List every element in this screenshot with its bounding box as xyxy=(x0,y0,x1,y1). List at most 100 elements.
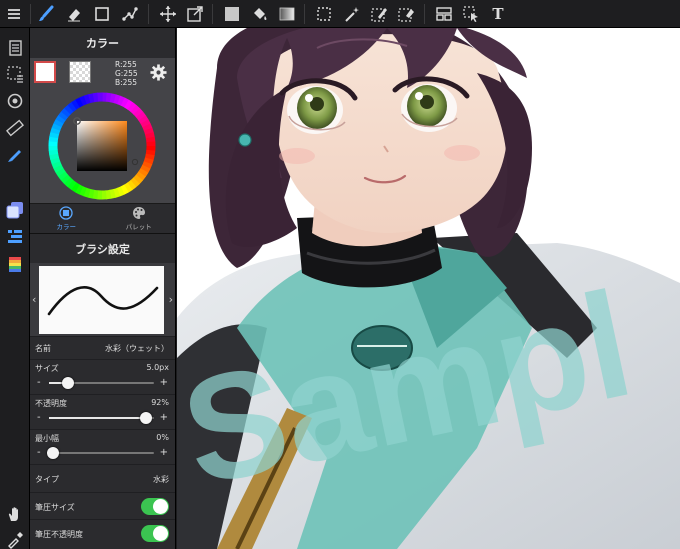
select-move-icon[interactable] xyxy=(459,2,483,26)
rgb-b: B:255 xyxy=(115,78,137,87)
main-color-swatch[interactable] xyxy=(34,61,56,83)
hue-segment xyxy=(74,184,84,195)
eyedropper-icon[interactable] xyxy=(3,528,27,549)
rgb-g: G:255 xyxy=(115,69,138,78)
color-wheel-area xyxy=(30,88,175,203)
hue-segment xyxy=(70,182,80,193)
hue-segment xyxy=(116,186,125,197)
rgb-readout: R:255 G:255 B:255 xyxy=(115,60,138,87)
hue-segment xyxy=(105,189,112,200)
color-wheel[interactable] xyxy=(44,91,160,201)
brush-name-label: 名前 xyxy=(35,344,51,353)
menu-icon[interactable] xyxy=(2,2,26,26)
hue-segment xyxy=(75,97,84,108)
color-icon[interactable] xyxy=(3,252,27,276)
pressure-size-label: 筆圧サイズ xyxy=(35,503,75,512)
transform-icon[interactable] xyxy=(183,2,207,26)
hue-segment xyxy=(48,136,59,143)
min-width-plus-button[interactable]: + xyxy=(160,447,168,458)
min-width-slider-knob[interactable] xyxy=(47,447,60,459)
min-width-slider[interactable]: - + xyxy=(37,447,168,459)
selection-icon[interactable] xyxy=(3,62,27,86)
text-icon[interactable]: T xyxy=(486,2,510,26)
hue-segment xyxy=(130,105,141,115)
color-tab-icon xyxy=(59,206,73,220)
hue-segment xyxy=(120,184,129,195)
hue-segment xyxy=(109,93,117,104)
min-width-row: 最小幅 0% - + xyxy=(30,429,175,464)
drawing-canvas[interactable]: Sampl xyxy=(177,28,680,549)
hue-segment xyxy=(71,99,81,110)
size-row: サイズ 5.0px - + xyxy=(30,359,175,394)
hue-segment xyxy=(112,187,121,198)
select-rect-icon[interactable] xyxy=(312,2,336,26)
hue-segment xyxy=(92,92,99,103)
select-eraser-icon[interactable] xyxy=(394,2,418,26)
pen-icon[interactable] xyxy=(3,142,27,166)
hue-segment xyxy=(145,149,156,156)
hand-icon[interactable] xyxy=(3,502,27,526)
hue-segment xyxy=(61,107,71,118)
opacity-minus-button[interactable]: - xyxy=(37,412,41,423)
select-pen-icon[interactable] xyxy=(367,2,391,26)
layout-icon[interactable] xyxy=(432,2,456,26)
size-slider[interactable]: - + xyxy=(37,377,168,389)
bucket-icon[interactable] xyxy=(247,2,271,26)
hue-segment xyxy=(67,101,77,112)
fill-color-icon[interactable] xyxy=(220,2,244,26)
rotate-icon[interactable] xyxy=(3,89,27,113)
brush-type-label: タイプ xyxy=(35,475,59,484)
size-plus-button[interactable]: + xyxy=(160,377,168,388)
min-width-minus-button[interactable]: - xyxy=(37,447,41,458)
opacity-row: 不透明度 92% - + xyxy=(30,394,175,429)
pressure-size-toggle[interactable] xyxy=(141,498,169,515)
hue-segment xyxy=(64,104,74,115)
hue-segment xyxy=(144,132,155,139)
hue-segment xyxy=(87,188,95,199)
rgb-r: R:255 xyxy=(115,60,137,69)
brush-type-row[interactable]: タイプ 水彩 xyxy=(30,464,175,492)
hue-segment xyxy=(143,157,154,165)
pressure-opacity-toggle[interactable] xyxy=(141,525,169,542)
eraser-icon[interactable] xyxy=(62,2,86,26)
gear-icon[interactable] xyxy=(150,64,167,81)
layer-list-icon[interactable] xyxy=(3,224,27,248)
min-width-value: 0% xyxy=(156,433,169,442)
gradient-icon[interactable] xyxy=(275,2,299,26)
hue-segment xyxy=(53,118,64,128)
layers-icon[interactable] xyxy=(3,198,27,222)
brush-type-value: 水彩 xyxy=(153,475,169,484)
magic-wand-icon[interactable] xyxy=(340,2,364,26)
size-minus-button[interactable]: - xyxy=(37,377,41,388)
size-label: サイズ xyxy=(35,364,59,373)
brush-icon[interactable] xyxy=(34,2,58,26)
opacity-slider[interactable]: - + xyxy=(37,412,168,424)
ruler-icon[interactable] xyxy=(3,116,27,140)
brush-name-row[interactable]: 名前 水彩（ウェット） xyxy=(30,336,175,359)
tab-palette[interactable]: パレット xyxy=(103,204,176,233)
chevron-left-icon[interactable]: ‹ xyxy=(32,293,36,306)
brush-panel-title: ブラシ設定 xyxy=(30,233,175,263)
hue-segment xyxy=(138,115,149,125)
move-icon[interactable] xyxy=(156,2,180,26)
artwork: Sampl xyxy=(177,28,680,549)
color-panel-title: カラー xyxy=(30,28,175,58)
hue-segment xyxy=(49,131,60,139)
left-rail xyxy=(0,28,30,549)
opacity-slider-knob[interactable] xyxy=(139,412,152,424)
stroke-preview: ‹ › xyxy=(30,263,175,336)
tab-color[interactable]: カラー xyxy=(30,204,103,233)
size-slider-knob[interactable] xyxy=(61,377,74,389)
polyline-icon[interactable] xyxy=(118,2,142,26)
hue-segment xyxy=(55,167,66,177)
opacity-plus-button[interactable]: + xyxy=(160,412,168,423)
hue-segment xyxy=(133,108,144,118)
rectangle-icon[interactable] xyxy=(90,2,114,26)
hue-segment xyxy=(133,174,143,185)
pages-icon[interactable] xyxy=(3,36,27,60)
sub-color-swatch[interactable] xyxy=(69,61,91,83)
side-panel: カラー R:255 G:255 B:255 カラー パレット ブラシ設定 ‹ ›… xyxy=(30,28,176,549)
chevron-right-icon[interactable]: › xyxy=(169,293,173,306)
hue-segment xyxy=(53,164,64,173)
hue-segment xyxy=(57,171,68,181)
